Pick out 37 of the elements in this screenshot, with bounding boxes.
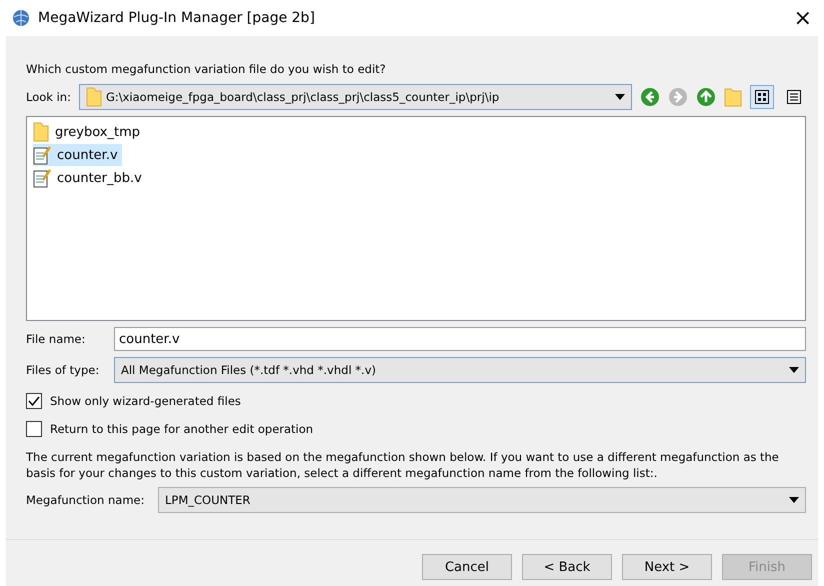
file-name-field[interactable]: counter.v — [114, 327, 806, 351]
files-of-type-label: Files of type: — [26, 363, 100, 377]
dialog-button[interactable]: Cancel — [422, 554, 512, 580]
dropdown-caret-icon — [615, 94, 625, 100]
look-in-label: Look in: — [26, 90, 71, 104]
checkbox[interactable] — [26, 393, 42, 409]
folder-icon — [86, 87, 102, 107]
text-file-icon — [33, 168, 51, 188]
dropdown-caret-icon — [789, 497, 799, 503]
dialog-button[interactable]: < Back — [522, 554, 612, 580]
checkbox-label: Show only wizard-generated files — [50, 394, 241, 408]
dropdown-caret-icon — [789, 367, 799, 373]
checkmark-icon — [28, 395, 40, 407]
folder-icon — [33, 122, 49, 142]
megafunction-dropdown[interactable]: LPM_COUNTER — [158, 487, 806, 513]
prompt-text: Which custom megafunction variation file do you wish to edit? — [26, 62, 387, 76]
megafunction-name-label: Megafunction name: — [26, 493, 146, 507]
app-globe-icon — [12, 9, 30, 27]
list-view-button[interactable] — [750, 85, 774, 109]
list-view-icon — [787, 90, 801, 104]
file-name-label: File name: — [26, 332, 86, 346]
file-list-item[interactable]: greybox_tmp — [33, 121, 144, 143]
look-in-dropdown[interactable]: G:\xiaomeige_fpga_board\class_prj\class_prj\class5_counter_ip\prj\ip — [78, 84, 632, 110]
text-file-icon — [33, 145, 51, 165]
file-name-text: counter.v — [57, 148, 118, 162]
close-button[interactable]: × — [790, 6, 816, 30]
file-name-text: greybox_tmp — [55, 124, 140, 140]
window-title: MegaWizard Plug-In Manager [page 2b] — [38, 10, 316, 26]
files-of-type-dropdown[interactable]: All Megafunction Files (*.tdf *.vhd *.vhdl *.v) — [114, 357, 806, 383]
file-list-item[interactable]: counter.v — [33, 144, 122, 166]
checkbox[interactable] — [26, 421, 42, 437]
checkbox-label: Return to this page for another edit operation — [50, 422, 314, 436]
file-list-item[interactable]: counter_bb.v — [33, 167, 146, 189]
dialog-button[interactable]: Next > — [622, 554, 712, 580]
file-name-text: counter_bb.v — [57, 170, 142, 186]
info-text: The current megafunction variation is based on the megafunction shown below. If you want to use a different megafunction as the basis for your changes to this custom variation, select a different megafunction name from the following list:. — [26, 449, 780, 481]
grid-view-icon — [755, 90, 769, 104]
